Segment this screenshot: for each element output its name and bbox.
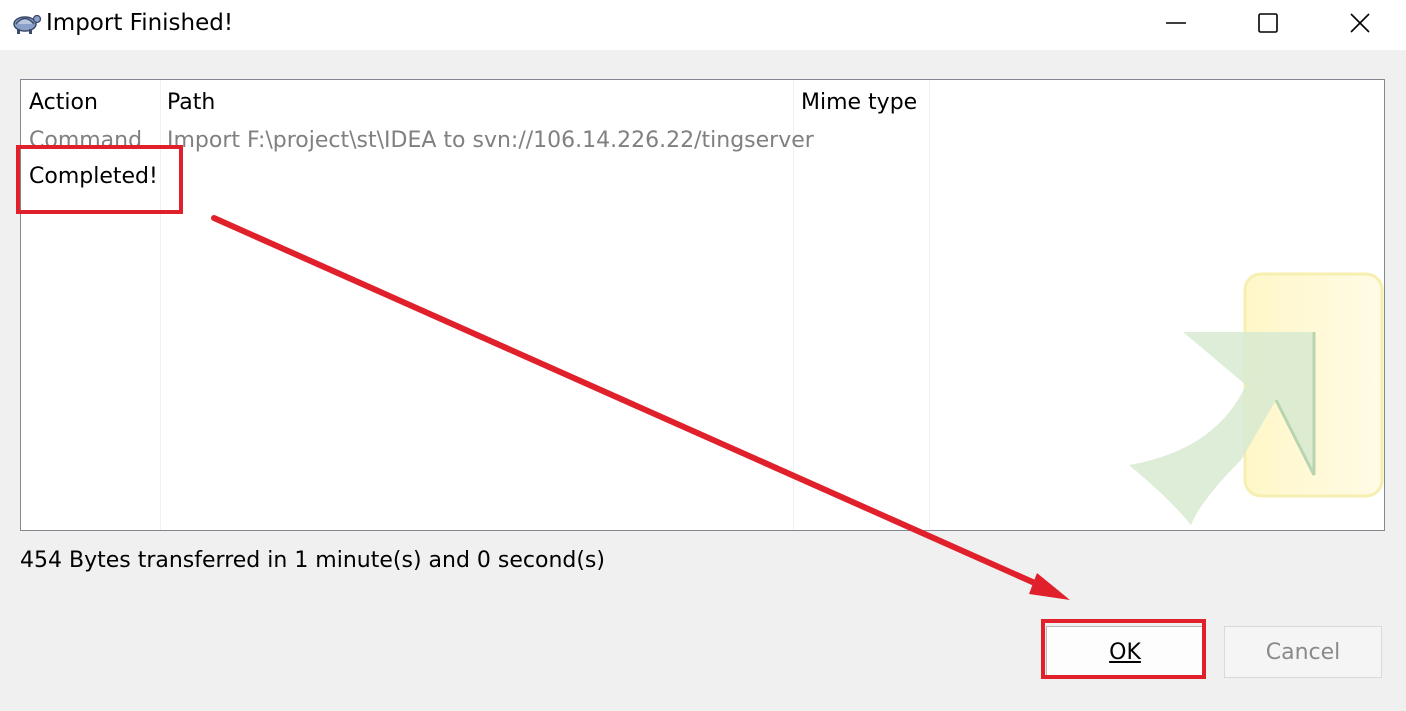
- transfer-status: 454 Bytes transferred in 1 minute(s) and…: [20, 548, 605, 573]
- tortoise-svn-icon: [13, 14, 42, 34]
- maximize-icon: [1258, 13, 1278, 33]
- column-header-path[interactable]: Path: [167, 88, 215, 118]
- column-header-mime-type[interactable]: Mime type: [801, 88, 917, 118]
- column-header-action[interactable]: Action: [29, 88, 98, 118]
- import-arrow-watermark-icon: [1129, 272, 1384, 525]
- minimize-button[interactable]: [1130, 0, 1222, 46]
- cancel-button[interactable]: Cancel: [1224, 626, 1382, 678]
- column-divider: [929, 80, 930, 530]
- ok-highlight-box: [1041, 619, 1206, 679]
- action-list[interactable]: Action Path Mime type Command Import F:\…: [20, 79, 1385, 531]
- maximize-button[interactable]: [1222, 0, 1314, 46]
- close-button[interactable]: [1314, 0, 1406, 46]
- import-finished-dialog: Import Finished! Action Path Mime type C…: [0, 0, 1406, 711]
- completed-highlight-box: [16, 145, 183, 214]
- title-bar: Import Finished!: [0, 0, 1406, 50]
- window-title: Import Finished!: [46, 10, 234, 36]
- row-path-command[interactable]: Import F:\project\st\IDEA to svn://106.1…: [167, 126, 814, 156]
- close-icon: [1350, 13, 1370, 33]
- minimize-icon: [1166, 22, 1186, 24]
